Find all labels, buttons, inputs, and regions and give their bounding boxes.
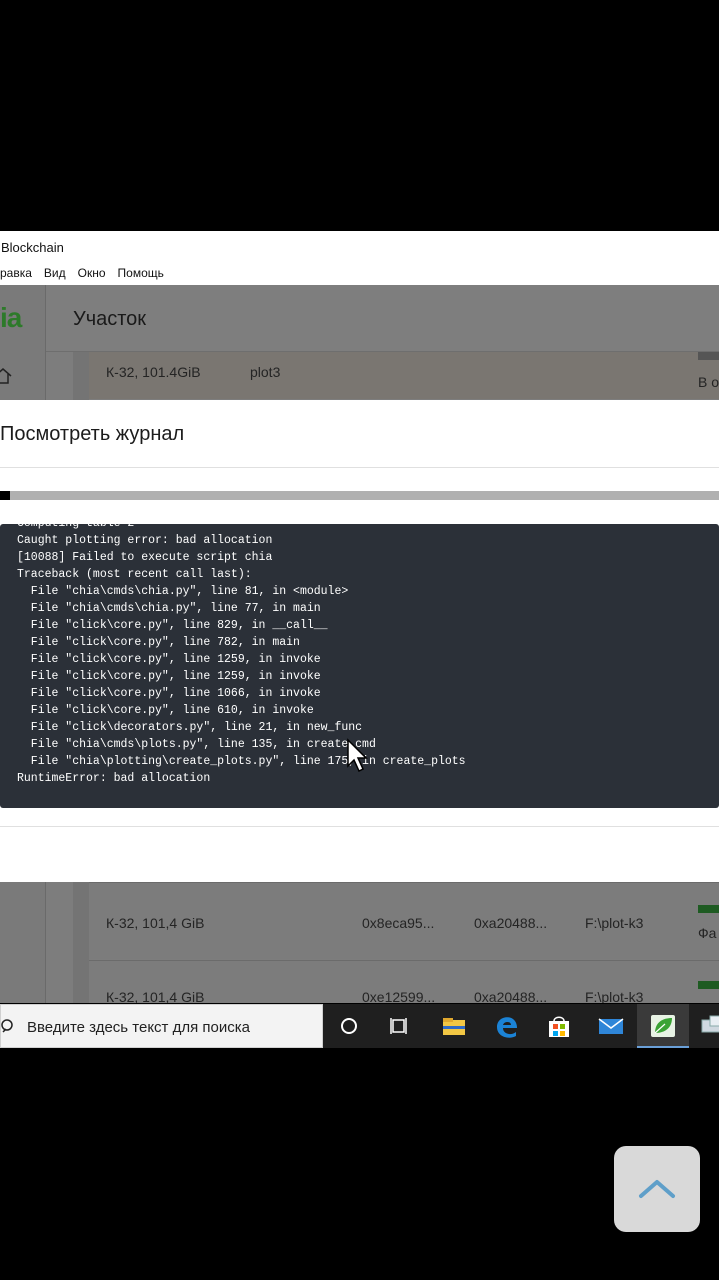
table-row: К-32, 101,4 GiB 0x8eca95... 0xa20488... … <box>89 882 719 959</box>
menu-view[interactable]: Вид <box>44 266 66 285</box>
plot-path: F:\plot-k3 <box>585 989 644 1003</box>
edge-icon[interactable] <box>493 1012 521 1040</box>
mail-icon[interactable] <box>597 1012 625 1040</box>
cortana-circle-icon[interactable] <box>335 1012 363 1040</box>
search-placeholder: Введите здесь текст для поиска <box>27 1019 250 1036</box>
plot-size: К-32, 101,4 GiB <box>106 915 205 931</box>
plot-status: Фа <box>698 925 717 941</box>
mouse-cursor-icon <box>347 738 368 773</box>
menu-window[interactable]: Окно <box>78 266 106 285</box>
search-icon <box>1 1019 13 1033</box>
page-title: Участок <box>73 308 147 330</box>
home-icon[interactable] <box>0 367 12 385</box>
divider <box>0 826 719 827</box>
chia-logo: ia <box>0 302 22 333</box>
app-header: Участок <box>46 285 719 352</box>
taskbar-search[interactable]: Введите здесь текст для поиска <box>0 1004 323 1048</box>
divider <box>0 467 719 468</box>
plot-name: plot3 <box>250 364 281 380</box>
plot-size: К-32, 101.4GiB <box>106 364 201 380</box>
plot-status: В о <box>698 374 719 390</box>
menu-bar: равка Вид Окно Помощь <box>0 261 719 285</box>
farmer-key: 0xa20488... <box>474 915 548 931</box>
menu-help[interactable]: Помощь <box>118 266 164 285</box>
farmer-key: 0xa20488... <box>474 989 548 1003</box>
task-view-icon[interactable] <box>386 1012 414 1040</box>
network-icon[interactable] <box>700 1012 719 1040</box>
status-bar <box>698 352 719 360</box>
pool-key: 0x8eca95... <box>362 915 435 931</box>
status-bar <box>698 981 719 989</box>
file-explorer-icon[interactable] <box>440 1012 468 1040</box>
chevron-up-icon <box>639 1180 675 1198</box>
store-icon[interactable] <box>545 1012 573 1040</box>
menu-edit[interactable]: равка <box>0 266 32 285</box>
table-row: К-32, 101.4GiB plot3 В о <box>89 352 719 399</box>
plot-size: К-32, 101,4 GiB <box>106 989 205 1003</box>
dialog-title: Посмотреть журнал <box>0 423 185 445</box>
window-title: Blockchain <box>0 231 719 261</box>
pool-key: 0xe12599... <box>362 989 436 1003</box>
progress-fill <box>0 491 11 500</box>
plot-path: F:\plot-k3 <box>585 915 644 931</box>
screen: Blockchain равка Вид Окно Помощь ia Учас… <box>0 0 719 1280</box>
scroll-to-top-button[interactable] <box>614 1146 700 1232</box>
plot-progress-bar <box>0 491 719 500</box>
status-bar <box>698 905 719 913</box>
chia-leaf-icon[interactable] <box>649 1012 677 1040</box>
taskbar: Введите здесь текст для поиска <box>0 1004 719 1048</box>
view-log-dialog: Посмотреть журнал Computing table 2 Caug… <box>0 400 719 882</box>
log-text: Computing table 2 Caught plotting error:… <box>17 524 466 785</box>
table-row: К-32, 101,4 GiB 0xe12599... 0xa20488... … <box>89 960 719 1003</box>
